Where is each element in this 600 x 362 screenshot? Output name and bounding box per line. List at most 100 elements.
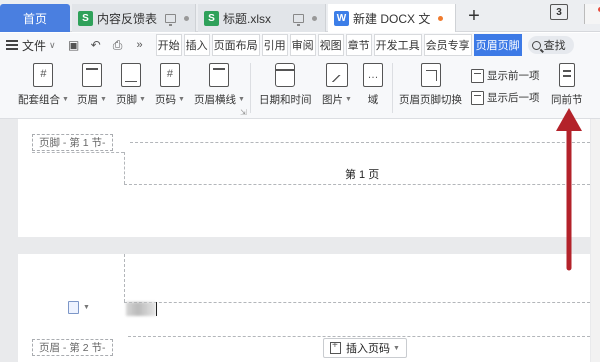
more-icon[interactable]: » <box>132 37 148 53</box>
combo-icon <box>33 63 54 87</box>
button-label: 域 <box>367 94 379 106</box>
button-label: 显示后一项 <box>487 92 540 104</box>
dropdown-arrow-icon: ▼ <box>345 96 352 103</box>
tab-home[interactable]: 首页 <box>0 4 70 32</box>
button-label: 图片 <box>322 94 343 106</box>
new-tab-button[interactable]: + <box>462 5 486 29</box>
tab-status-dot <box>184 15 189 21</box>
footer-boundary-line <box>130 142 590 143</box>
header-footer-switch-button[interactable]: 页眉页脚切换 <box>399 63 462 107</box>
page-number-button[interactable]: 页码▼ <box>155 63 185 107</box>
menu-file[interactable]: 文件 <box>22 37 46 54</box>
button-label: 同前节 <box>551 94 583 106</box>
document-icon: W <box>334 10 349 26</box>
show-previous-button[interactable]: 显示前一项 <box>471 68 540 83</box>
unsaved-dot <box>438 15 444 21</box>
page-number-text[interactable]: 第 1 页 <box>345 166 379 182</box>
margin-guide <box>124 152 125 184</box>
header-section-tag: 页眉 - 第 2 节- <box>32 339 113 356</box>
menu-item-developer[interactable]: 开发工具 <box>373 34 422 56</box>
chevron-down-icon[interactable]: ∨ <box>49 40 56 51</box>
tab-title-xlsx[interactable]: S 标题.xlsx <box>198 4 326 32</box>
tab-content-feedback[interactable]: S 内容反馈表 <box>72 4 196 32</box>
menu-item-member[interactable]: 会员专享 <box>423 34 472 56</box>
menu-item-references[interactable]: 引用 <box>261 34 288 56</box>
menu-item-review[interactable]: 审阅 <box>289 34 316 56</box>
page-number-icon <box>159 63 180 87</box>
header-boundary-line <box>128 336 590 337</box>
vertical-scrollbar[interactable] <box>591 119 600 362</box>
menu-item-header-footer[interactable]: 页眉页脚 <box>473 34 522 56</box>
tab-label: 标题.xlsx <box>223 11 272 26</box>
field-button[interactable]: 域 <box>363 63 383 107</box>
previous-item-icon <box>471 68 484 83</box>
button-label: 显示前一项 <box>487 70 540 82</box>
footer-icon <box>120 63 141 87</box>
save-icon[interactable]: ▣ <box>66 37 82 53</box>
footer-boundary-line <box>32 152 124 153</box>
window-count-badge[interactable]: 3 <box>550 4 568 20</box>
button-label: 页码 <box>155 94 176 106</box>
picture-icon <box>325 63 348 87</box>
matching-combo-button[interactable]: 配套组合▼ <box>18 63 69 107</box>
header-boundary-line <box>124 302 590 303</box>
ribbon-header-footer: 配套组合▼ 页眉▼ 页脚▼ 页码▼ 页眉横线▼ ⇲ 日期和时间 图片▼ 域 页眉… <box>0 57 600 119</box>
cursor-highlight <box>126 302 156 316</box>
show-next-button[interactable]: 显示后一项 <box>471 90 540 105</box>
next-item-icon <box>471 90 484 105</box>
menu-item-view[interactable]: 视图 <box>317 34 344 56</box>
search-button[interactable]: 查找 <box>527 36 574 54</box>
tab-label: 新建 DOCX 文 <box>353 11 431 26</box>
search-icon <box>531 40 541 50</box>
tab-bar: 首页 S 内容反馈表 S 标题.xlsx W 新建 DOCX 文 + 3 <box>0 0 600 32</box>
hamburger-icon[interactable] <box>6 40 18 50</box>
dropdown-arrow-icon: ▼ <box>393 344 400 352</box>
avatar[interactable] <box>584 4 600 24</box>
text-caret <box>156 302 157 316</box>
monitor-icon <box>165 13 176 26</box>
button-label: 页脚 <box>116 94 137 106</box>
switch-icon <box>420 63 441 87</box>
print-icon[interactable]: ⎙ <box>110 37 126 53</box>
header-button[interactable]: 页眉 ▼ <box>77 63 107 107</box>
ribbon-separator <box>250 63 251 113</box>
monitor-icon <box>293 13 305 26</box>
footer-button[interactable]: 页脚 ▼ <box>116 63 146 107</box>
menu-item-insert[interactable]: 插入 <box>183 34 210 56</box>
dropdown-arrow-icon: ▼ <box>139 96 146 103</box>
header-line-button[interactable]: 页眉横线 ▼ <box>194 63 245 107</box>
spreadsheet-icon: S <box>78 10 93 26</box>
footer-section-tag: 页脚 - 第 1 节- <box>32 134 113 151</box>
undo-icon[interactable]: ↶ <box>88 37 104 53</box>
menu-item-page-layout[interactable]: 页面布局 <box>211 34 260 56</box>
document-canvas: 页脚 - 第 1 节- 第 1 页 ▼ 页眉 - 第 2 节- 插入页码 ▼ <box>0 119 600 362</box>
tab-label: 内容反馈表 <box>96 11 157 26</box>
dropdown-arrow-icon: ▼ <box>62 96 69 103</box>
menu-bar: 文件 ∨ ▣ ↶ ⎙ » 开始 插入 页面布局 引用 审阅 视图 章节 开发工具… <box>0 33 600 57</box>
insert-page-number-icon <box>330 340 341 354</box>
dropdown-arrow-icon[interactable]: ▼ <box>83 304 90 311</box>
same-as-previous-button[interactable]: 同前节 <box>551 63 583 107</box>
page-2: ▼ 页眉 - 第 2 节- 插入页码 ▼ <box>18 254 590 362</box>
button-label: 配套组合 <box>18 94 60 106</box>
button-label: 页眉 <box>77 94 98 106</box>
tab-new-docx[interactable]: W 新建 DOCX 文 <box>328 4 456 32</box>
dropdown-arrow-icon: ▼ <box>238 96 245 103</box>
ribbon-separator <box>392 63 393 113</box>
calendar-icon <box>275 63 296 87</box>
date-time-button[interactable]: 日期和时间 <box>259 63 312 107</box>
margin-guide <box>124 254 125 302</box>
dropdown-arrow-icon: ▼ <box>100 96 107 103</box>
menu-item-sections[interactable]: 章节 <box>345 34 372 56</box>
paste-options-icon[interactable] <box>68 301 79 314</box>
menu-item-start[interactable]: 开始 <box>155 34 182 56</box>
spreadsheet-icon: S <box>204 10 219 26</box>
field-icon <box>363 63 383 87</box>
button-label: 页眉横线 <box>194 94 236 106</box>
button-label: 插入页码 <box>346 343 390 355</box>
picture-button[interactable]: 图片 ▼ <box>322 63 352 107</box>
group-expand-icon[interactable]: ⇲ <box>240 108 247 117</box>
insert-page-number-button[interactable]: 插入页码 ▼ <box>323 338 407 358</box>
button-label: 日期和时间 <box>259 94 312 106</box>
page-bottom-line <box>124 184 590 185</box>
